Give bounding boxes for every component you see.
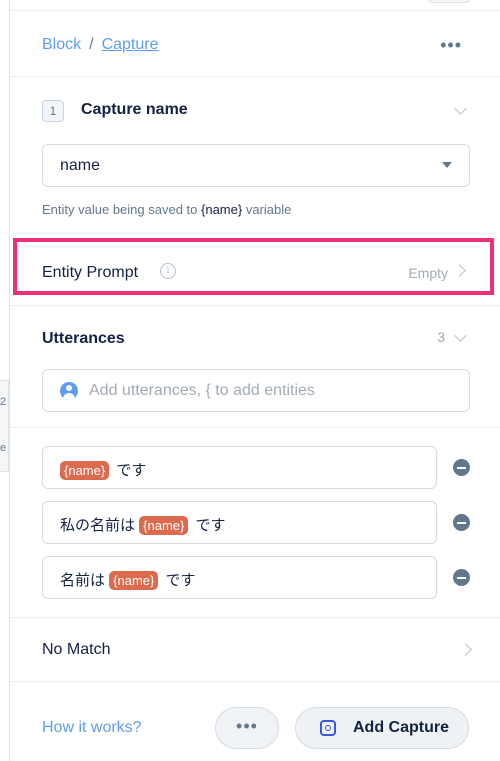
info-icon[interactable]: i [160,263,176,279]
capture-helper-text: Entity value being saved to {name} varia… [42,202,291,217]
entity-tag[interactable]: {name} [139,516,189,535]
entity-prompt-status: Empty [408,265,448,281]
remove-utterance-icon[interactable] [453,514,470,531]
chevron-right-icon [453,264,466,277]
utterances-section: Utterances 3 Add utterances, { to add en… [10,305,500,427]
add-capture-label: Add Capture [353,719,449,736]
panel-footer: How it works? ••• Add Capture [10,683,500,761]
canvas-edge-number: 2 [0,396,7,408]
variable-select[interactable]: name [42,144,470,187]
canvas-block-edge [0,380,9,472]
panel-header: Block / Capture ••• [10,11,500,77]
breadcrumb-parent[interactable]: Block [42,36,81,53]
chevron-down-icon[interactable] [454,329,467,342]
entity-tag[interactable]: {name} [60,461,110,480]
step-badge: 1 [42,100,64,122]
chevron-right-icon [459,643,472,656]
utterance-suffix: です [161,572,196,589]
utterance-input[interactable]: Add utterances, { to add entities [42,369,470,412]
utterance-input-placeholder: Add utterances, { to add entities [89,382,315,399]
no-match-label: No Match [42,641,111,658]
add-capture-button[interactable]: Add Capture [295,707,469,749]
capture-icon [320,720,336,736]
breadcrumb-current[interactable]: Capture [102,36,159,53]
utterance-text: 私の名前は {name} です [60,514,226,535]
user-icon [60,382,78,400]
utterance-item[interactable]: 名前は {name} です [42,556,437,599]
utterance-text: 名前は {name} です [60,569,196,590]
utterance-suffix: です [191,517,226,534]
utterances-count: 3 [437,329,445,345]
helper-prefix: Entity value being saved to [42,202,201,217]
helper-variable: {name} [201,202,243,217]
remove-utterance-icon[interactable] [453,459,470,476]
chevron-down-icon[interactable] [454,102,467,115]
utterance-text: {name} です [60,459,146,480]
more-options-button[interactable]: ••• [215,707,279,749]
editor-panel: Block / Capture ••• 1 Capture name name En… [9,0,500,761]
utterance-item[interactable]: {name} です [42,446,437,489]
more-options-icon[interactable]: ••• [440,36,462,54]
utterance-suffix: です [112,462,147,479]
no-match-row[interactable]: No Match [10,617,500,682]
utterance-prefix: 名前は [60,572,110,589]
utterance-list: {name} です 私の名前は {name} です 名前は {name} です [10,427,500,617]
canvas-edge-letter: e [0,442,7,454]
capture-name-section: 1 Capture name name Entity value being s… [10,78,500,235]
remove-utterance-icon[interactable] [453,569,470,586]
entity-prompt-label: Entity Prompt [42,264,139,281]
breadcrumb: Block / Capture [42,36,159,54]
utterance-prefix: 私の名前は [60,517,140,534]
entity-tag[interactable]: {name} [109,571,159,590]
caret-down-icon [442,162,452,168]
helper-suffix: variable [242,202,292,217]
utterance-item[interactable]: 私の名前は {name} です [42,501,437,544]
panel-top-tab[interactable] [428,0,470,3]
utterances-title: Utterances [42,330,125,347]
variable-select-value: name [60,157,101,174]
capture-name-title: Capture name [81,101,188,118]
breadcrumb-separator: / [89,36,94,53]
how-it-works-link[interactable]: How it works? [42,719,142,737]
entity-prompt-row[interactable]: Entity Prompt i Empty [13,238,494,295]
